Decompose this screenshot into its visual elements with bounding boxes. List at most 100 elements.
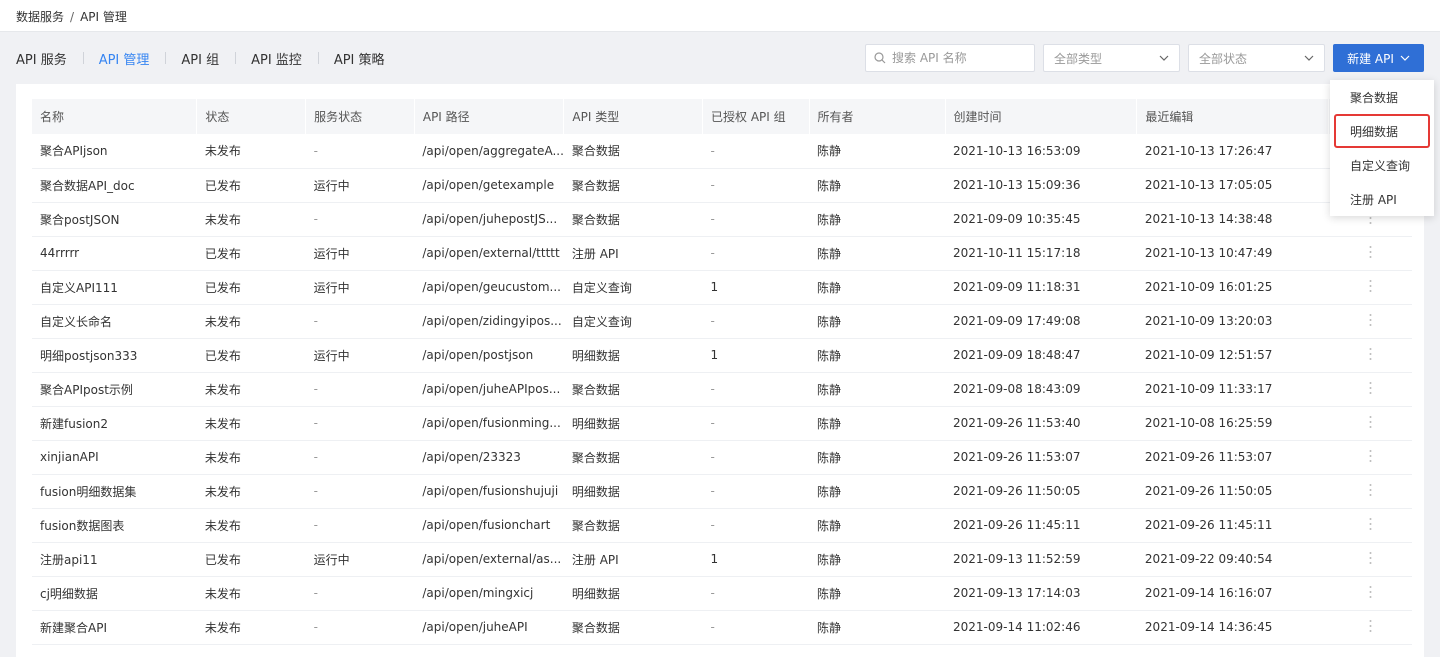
chevron-down-icon — [1304, 55, 1314, 61]
menu-item-aggregate-data[interactable]: 聚合数据 — [1338, 80, 1426, 114]
table-cell: 陈静 — [809, 610, 946, 645]
table-row[interactable]: fusion数据图表 未发布 -/api/open/fusionchart 聚合数据 -… — [32, 508, 1412, 543]
table-cell: - — [305, 202, 415, 237]
more-vertical-icon[interactable] — [1369, 245, 1372, 259]
toolbar-actions: 全部类型 全部状态 新建 API — [865, 44, 1424, 72]
table-cell: 陈静 — [809, 576, 946, 611]
breadcrumb-parent[interactable]: 数据服务 — [16, 10, 64, 24]
table-cell: 注册 API — [563, 542, 703, 577]
table-cell: cj明细数据 — [32, 576, 197, 611]
tab-api-policy[interactable]: API 策略 — [317, 49, 401, 68]
table-cell: 2021-10-11 15:17:18 — [945, 236, 1137, 271]
table-cell: 未发布 — [196, 610, 306, 645]
table-cell: 2021-10-09 12:51:57 — [1136, 338, 1329, 373]
table-cell: - — [702, 202, 810, 237]
table-cell: 陈静 — [809, 372, 946, 407]
table-cell: 明细postjson333 — [32, 338, 197, 373]
menu-item-detail-data[interactable]: 明细数据 — [1334, 114, 1430, 148]
table-row[interactable]: 新建fusion2 未发布 -/api/open/fusionming... 明细数据… — [32, 406, 1412, 441]
table-cell: 聚合数据 — [563, 440, 703, 475]
more-vertical-icon[interactable] — [1369, 313, 1372, 327]
table-cell: - — [305, 440, 415, 475]
table-row[interactable]: 注册api11 已发布 运行中/api/open/external/as... 注册 … — [32, 542, 1412, 577]
breadcrumb: 数据服务 / API 管理 — [0, 0, 1440, 32]
more-vertical-icon[interactable] — [1369, 517, 1372, 531]
table-cell: fusion数据图表 — [32, 508, 197, 543]
table-row[interactable]: 聚合数据API_doc 已发布 运行中/api/open/getexample 聚合数… — [32, 168, 1412, 203]
table-cell: /api/open/zidingyipos... — [414, 304, 564, 339]
column-header: 最近编辑 — [1136, 99, 1330, 134]
menu-item-register-api[interactable]: 注册 API — [1338, 182, 1426, 216]
search-input[interactable] — [892, 51, 1022, 65]
table-row[interactable]: 新建聚合API 未发布 -/api/open/juheAPI 聚合数据 - 陈静 2021-… — [32, 610, 1412, 645]
type-filter-select[interactable]: 全部类型 — [1043, 44, 1180, 72]
more-vertical-icon[interactable] — [1369, 551, 1372, 565]
table-cell: 聚合APIjson — [32, 134, 197, 169]
table-cell: 明细数据 — [563, 406, 703, 441]
table-cell: - — [702, 134, 810, 169]
table-cell: fusion明细数据集 — [32, 474, 197, 509]
table-cell: 2021-10-13 14:38:48 — [1136, 202, 1329, 237]
table-cell: 未发布 — [196, 304, 306, 339]
more-vertical-icon[interactable] — [1369, 449, 1372, 463]
table-cell: - — [305, 372, 415, 407]
table-cell: /api/open/fusionchart — [414, 508, 564, 543]
more-vertical-icon[interactable] — [1369, 585, 1372, 599]
table-cell: 2021-09-14 14:36:45 — [1136, 610, 1329, 645]
table-cell: 2021-09-14 16:16:07 — [1136, 576, 1329, 611]
row-actions-cell — [1328, 508, 1412, 543]
table-cell: 聚合APIpost示例 — [32, 372, 197, 407]
table-cell: 运行中 — [305, 236, 415, 271]
table-cell: 2021-09-09 11:18:31 — [945, 270, 1137, 305]
row-actions-cell — [1328, 474, 1412, 509]
table-cell: 自定义API111 — [32, 270, 197, 305]
table-cell: /api/open/23323 — [414, 440, 564, 475]
more-vertical-icon[interactable] — [1369, 381, 1372, 395]
table-cell: 陈静 — [809, 270, 946, 305]
table-row[interactable]: 明细postjson333 已发布 运行中/api/open/postjson 明细数… — [32, 338, 1412, 373]
table-cell: /api/open/juhepostJS... — [414, 202, 564, 237]
more-vertical-icon[interactable] — [1369, 347, 1372, 361]
table-cell: 运行中 — [305, 270, 415, 305]
more-vertical-icon[interactable] — [1369, 619, 1372, 633]
table-cell: - — [702, 372, 810, 407]
column-header: API 路径 — [414, 99, 565, 134]
tab-api-service[interactable]: API 服务 — [16, 49, 83, 68]
row-actions-cell — [1328, 576, 1412, 611]
table-row[interactable]: cj明细数据 未发布 -/api/open/mingxicj 明细数据 - 陈静 2021-… — [32, 576, 1412, 611]
table-cell: - — [305, 134, 415, 169]
row-actions-cell — [1328, 338, 1412, 373]
table-cell: 2021-09-13 11:52:59 — [945, 542, 1137, 577]
table-cell: 陈静 — [809, 304, 946, 339]
tab-api-monitor[interactable]: API 监控 — [235, 49, 318, 68]
table-cell: /api/open/juheAPIpos... — [414, 372, 564, 407]
table-row[interactable]: 聚合APIjson 未发布 -/api/open/aggregateA... 聚合数据… — [32, 134, 1412, 169]
table-row[interactable]: 聚合postJSON 未发布 -/api/open/juhepostJS... 聚合数… — [32, 202, 1412, 237]
table-cell: 2021-10-13 10:47:49 — [1136, 236, 1329, 271]
tab-api-management[interactable]: API 管理 — [82, 49, 166, 68]
chevron-down-icon — [1400, 55, 1410, 61]
table-cell: 运行中 — [305, 168, 415, 203]
tab-api-group[interactable]: API 组 — [165, 49, 235, 68]
table-cell: 聚合数据 — [563, 610, 703, 645]
new-api-button[interactable]: 新建 API — [1333, 44, 1424, 72]
table-cell: - — [702, 610, 810, 645]
table-cell: - — [305, 610, 415, 645]
table-cell: /api/open/getexample — [414, 168, 564, 203]
status-filter-select[interactable]: 全部状态 — [1188, 44, 1325, 72]
table-row[interactable]: xinjianAPI 未发布 -/api/open/23323 聚合数据 - 陈静 2021… — [32, 440, 1412, 475]
table-cell: 2021-09-26 11:53:07 — [945, 440, 1137, 475]
table-row[interactable]: 44rrrrr 已发布 运行中/api/open/external/ttttt 注册 … — [32, 236, 1412, 271]
more-vertical-icon[interactable] — [1369, 483, 1372, 497]
table-cell: 未发布 — [196, 508, 306, 543]
table-cell: 2021-10-13 17:26:47 — [1136, 134, 1329, 169]
menu-item-custom-query[interactable]: 自定义查询 — [1338, 148, 1426, 182]
table-row[interactable]: 自定义长命名 未发布 -/api/open/zidingyipos... 自定义查询 -… — [32, 304, 1412, 339]
more-vertical-icon[interactable] — [1369, 415, 1372, 429]
table-row[interactable]: 自定义API111 已发布 运行中/api/open/geucustom... 自定义… — [32, 270, 1412, 305]
more-vertical-icon[interactable] — [1369, 279, 1372, 293]
table-row[interactable]: fusion明细数据集 未发布 -/api/open/fusionshujuji 明细… — [32, 474, 1412, 509]
table-row[interactable]: 聚合APIpost示例 未发布 -/api/open/juheAPIpos... 聚合… — [32, 372, 1412, 407]
table-cell: 聚合数据API_doc — [32, 168, 197, 203]
table-cell: 2021-09-26 11:53:40 — [945, 406, 1137, 441]
